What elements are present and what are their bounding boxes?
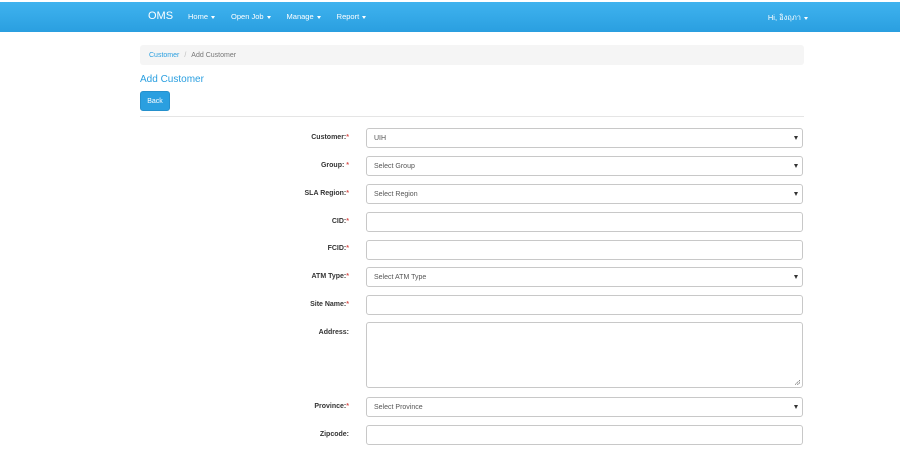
nav-item-home[interactable]: Home xyxy=(188,12,216,21)
zipcode-input[interactable] xyxy=(366,425,803,445)
site-name-label: Site Name:* xyxy=(310,301,349,308)
required-mark: * xyxy=(346,403,349,410)
fcid-input[interactable] xyxy=(366,240,803,260)
page-title: Add Customer xyxy=(140,74,204,85)
caret-down-icon xyxy=(211,15,216,19)
chevron-down-icon xyxy=(794,136,798,140)
group-select-value: Select Group xyxy=(374,162,415,170)
address-textarea[interactable] xyxy=(366,322,803,388)
province-select[interactable]: Select Province xyxy=(366,397,803,417)
fcid-label-text: FCID: xyxy=(327,245,347,252)
top-navbar: OMS Home Open Job Manage Report Hi, อิงฤ… xyxy=(0,2,900,32)
user-greeting: Hi, อิงฤภา xyxy=(767,13,801,22)
required-mark: * xyxy=(346,273,349,280)
resize-grip-icon[interactable] xyxy=(795,380,800,385)
required-mark: * xyxy=(346,301,349,308)
sla-region-label: SLA Region:* xyxy=(305,190,349,197)
site-name-input[interactable] xyxy=(366,295,803,315)
main-nav: Home Open Job Manage Report xyxy=(188,12,382,21)
group-select[interactable]: Select Group xyxy=(366,156,803,176)
address-label-text: Address: xyxy=(318,329,349,336)
divider xyxy=(140,116,804,117)
atm-type-select[interactable]: Select ATM Type xyxy=(366,267,803,287)
fcid-label: FCID:* xyxy=(328,245,349,252)
customer-label-text: Customer: xyxy=(311,134,347,141)
group-label-text: Group: xyxy=(320,162,347,169)
atm-type-label: ATM Type:* xyxy=(312,273,349,280)
atm-type-select-value: Select ATM Type xyxy=(374,273,427,281)
back-button[interactable]: Back xyxy=(140,91,170,111)
required-mark: * xyxy=(346,162,349,169)
sla-region-select-value: Select Region xyxy=(374,190,418,198)
customer-select[interactable]: UIH xyxy=(366,128,803,148)
zipcode-label: Zipcode: xyxy=(320,431,349,438)
breadcrumb-customer-link[interactable]: Customer xyxy=(149,52,179,59)
cid-label: CID:* xyxy=(332,218,349,225)
sla-region-select[interactable]: Select Region xyxy=(366,184,803,204)
site-name-label-text: Site Name: xyxy=(310,301,347,308)
user-menu[interactable]: Hi, อิงฤภา xyxy=(768,12,808,24)
nav-item-report[interactable]: Report xyxy=(337,12,367,21)
required-mark: * xyxy=(346,218,349,225)
cid-label-text: CID: xyxy=(331,218,347,225)
caret-down-icon xyxy=(362,15,367,19)
required-mark: * xyxy=(346,134,349,141)
nav-item-label: Open Job xyxy=(231,12,264,21)
nav-item-label: Home xyxy=(188,12,209,21)
required-mark: * xyxy=(346,190,349,197)
required-mark: * xyxy=(346,245,349,252)
chevron-down-icon xyxy=(794,275,798,279)
sla-region-label-text: SLA Region: xyxy=(304,190,347,197)
customer-select-value: UIH xyxy=(374,134,387,142)
nav-item-manage[interactable]: Manage xyxy=(287,12,321,21)
caret-down-icon xyxy=(266,15,271,19)
breadcrumb-current: Add Customer xyxy=(191,51,237,59)
brand-logo[interactable]: OMS xyxy=(148,10,173,22)
province-select-value: Select Province xyxy=(374,403,423,411)
caret-down-icon xyxy=(316,15,321,19)
chevron-down-icon xyxy=(794,192,798,196)
province-label-text: Province: xyxy=(314,403,347,410)
atm-type-label-text: ATM Type: xyxy=(311,273,347,280)
cid-input[interactable] xyxy=(366,212,803,232)
chevron-down-icon xyxy=(794,405,798,409)
address-label: Address: xyxy=(319,329,349,336)
customer-label: Customer:* xyxy=(311,134,349,141)
breadcrumb-separator: / xyxy=(184,51,187,59)
zipcode-label-text: Zipcode: xyxy=(319,431,349,438)
caret-down-icon xyxy=(804,16,808,20)
group-label: Group: * xyxy=(321,162,349,169)
breadcrumb: Customer / Add Customer xyxy=(140,45,804,65)
chevron-down-icon xyxy=(794,164,798,168)
nav-item-label: Manage xyxy=(286,12,314,21)
nav-item-open-job[interactable]: Open Job xyxy=(231,12,271,21)
province-label: Province:* xyxy=(314,403,349,410)
nav-item-label: Report xyxy=(336,12,360,21)
